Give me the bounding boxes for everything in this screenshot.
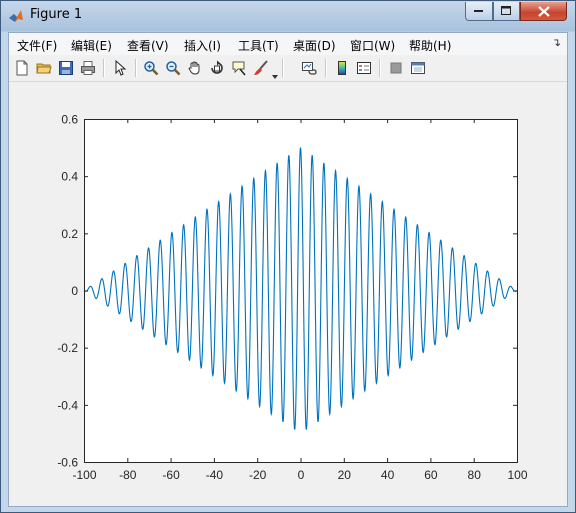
close-icon (537, 5, 550, 17)
menu-desktop[interactable]: 桌面(D) (293, 37, 336, 54)
toolbar (9, 55, 567, 82)
menu-insert[interactable]: 插入(I) (184, 37, 221, 54)
print-icon[interactable] (78, 58, 98, 78)
hide-tools-icon[interactable] (386, 58, 406, 78)
zoom-out-icon[interactable] (163, 58, 183, 78)
x-tick-label: -100 (72, 468, 96, 482)
x-tick-label: 100 (507, 468, 527, 482)
x-tick-label: 60 (424, 468, 438, 482)
close-button[interactable] (520, 2, 567, 21)
menu-bar: 文件(F) 编辑(E) 查看(V) 插入(I) 工具(T) 桌面(D) 窗口(W… (9, 33, 567, 55)
x-tick-label: -40 (206, 468, 224, 482)
toolbar-separator (282, 59, 284, 77)
axes-background (84, 119, 517, 462)
window-title: Figure 1 (30, 7, 83, 22)
y-tick-label: -0.6 (57, 456, 78, 470)
zoom-in-icon[interactable] (141, 58, 161, 78)
menu-tools[interactable]: 工具(T) (238, 37, 279, 54)
save-icon[interactable] (56, 58, 76, 78)
y-tick-label: -0.4 (57, 398, 78, 412)
maximize-button[interactable] (493, 2, 520, 21)
menu-edit[interactable]: 编辑(E) (71, 37, 112, 54)
toolbar-separator (135, 59, 137, 77)
colorbar-icon[interactable] (332, 58, 352, 78)
y-tick-label: 0.6 (61, 113, 78, 127)
y-tick-label: 0.2 (61, 227, 78, 241)
new-file-icon[interactable] (12, 58, 32, 78)
toolbar-separator (379, 59, 381, 77)
open-folder-icon[interactable] (34, 58, 54, 78)
menu-overflow-icon[interactable]: ↴ (552, 36, 561, 49)
title-bar[interactable]: Figure 1 (1, 1, 575, 31)
brush-icon[interactable] (251, 58, 271, 78)
x-tick-label: 80 (468, 468, 482, 482)
x-tick-label: 40 (381, 468, 395, 482)
link-plot-icon[interactable] (299, 58, 319, 78)
x-tick-label: -20 (249, 468, 267, 482)
matlab-logo-icon (9, 10, 23, 22)
menu-view[interactable]: 查看(V) (127, 37, 169, 54)
figure-client: 文件(F) 编辑(E) 查看(V) 插入(I) 工具(T) 桌面(D) 窗口(W… (8, 32, 568, 507)
data-cursor-icon[interactable] (229, 58, 249, 78)
pan-hand-icon[interactable] (185, 58, 205, 78)
x-tick-label: -80 (119, 468, 137, 482)
line-plot[interactable]: -100 -80 -60 -40 -20 0 20 40 60 80 100 0.6 0.4 0.2 0 -… (9, 83, 567, 506)
toolbar-separator (103, 59, 105, 77)
brush-dropdown-icon[interactable] (272, 65, 278, 79)
figure-canvas: -100 -80 -60 -40 -20 0 20 40 60 80 100 0.6 0.4 0.2 0 -… (9, 83, 567, 506)
show-tools-icon[interactable] (408, 58, 428, 78)
menu-help[interactable]: 帮助(H) (409, 37, 451, 54)
y-tick-label: 0 (71, 284, 78, 298)
toolbar-separator (325, 59, 327, 77)
pointer-icon[interactable] (110, 58, 130, 78)
x-tick-label: 0 (298, 468, 305, 482)
legend-icon[interactable] (354, 58, 374, 78)
x-tick-label: -60 (162, 468, 180, 482)
minimize-button[interactable] (465, 2, 493, 21)
figure-window: Figure 1 文件(F) 编辑(E) 查看(V) 插入(I) 工具(T) 桌… (0, 0, 576, 513)
minimize-icon (474, 10, 483, 12)
menu-window[interactable]: 窗口(W) (350, 37, 395, 54)
rotate-3d-icon[interactable] (207, 58, 227, 78)
menu-file[interactable]: 文件(F) (17, 37, 57, 54)
x-tick-label: 20 (338, 468, 352, 482)
y-tick-label: 0.4 (61, 170, 78, 184)
maximize-icon (501, 6, 511, 15)
y-tick-label: -0.2 (57, 341, 78, 355)
